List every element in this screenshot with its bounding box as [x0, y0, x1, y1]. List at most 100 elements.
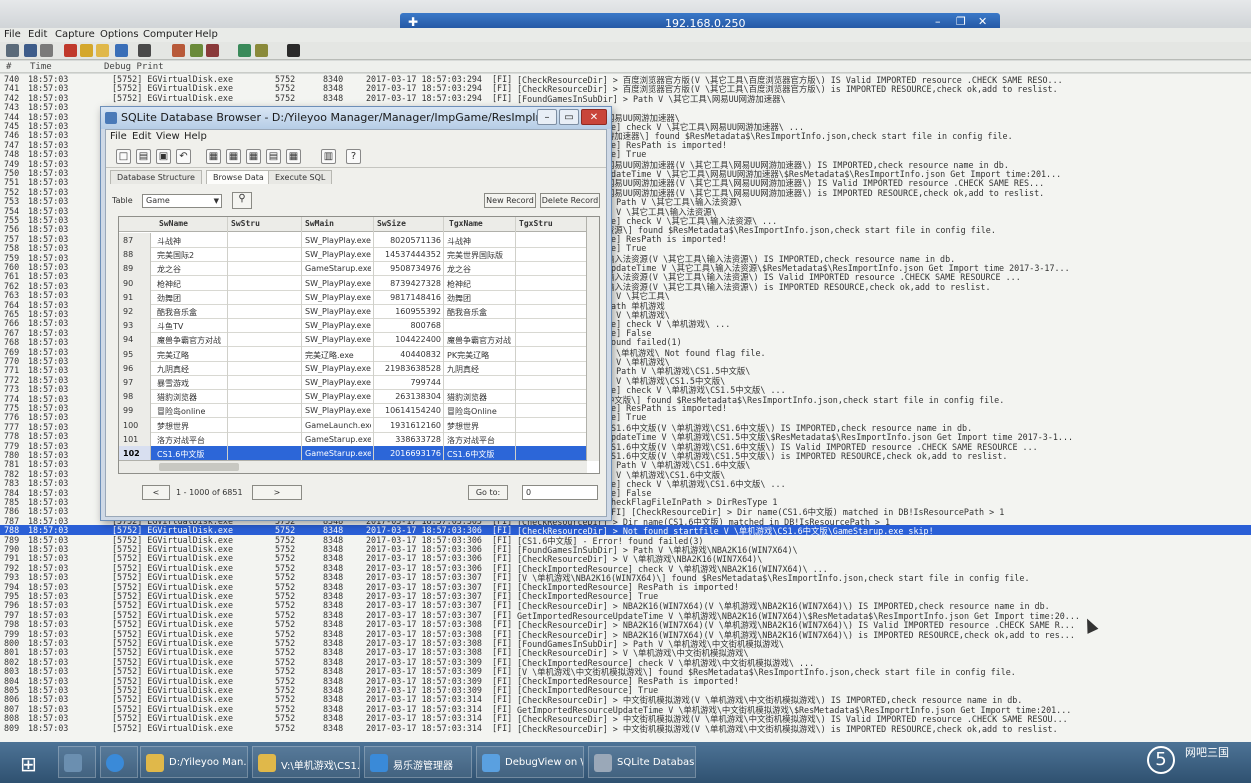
taskbar-item[interactable]: DebugView on \...	[476, 746, 584, 778]
minimize-remote-icon[interactable]: –	[935, 15, 941, 28]
binoculars-icon[interactable]	[287, 44, 300, 57]
col-swsize[interactable]: SwSize	[377, 219, 406, 228]
new-db-icon[interactable]: □	[116, 149, 131, 164]
clear-icon[interactable]	[40, 44, 53, 57]
taskbar-item[interactable]: D:/Yileyoo Man...	[140, 746, 248, 778]
restore-remote-icon[interactable]: ❐	[956, 15, 966, 28]
open-icon[interactable]	[6, 44, 19, 57]
goto-button[interactable]: Go to:	[468, 485, 508, 500]
col-swstru[interactable]: SwStru	[231, 219, 260, 228]
cell-swsize: 799744	[410, 378, 441, 387]
taskbar-ie-pin[interactable]	[100, 746, 138, 778]
sqlite-menu-view[interactable]: View	[156, 131, 180, 142]
cell-swmain: GameLaunch.exe	[305, 420, 371, 430]
sqlite-menu-file[interactable]: File	[110, 131, 127, 142]
close-button[interactable]: ✕	[581, 109, 607, 125]
create-index-icon[interactable]: ▤	[266, 149, 281, 164]
grid-row-selected[interactable]: 102 CS1.6中文版 GameStarup.exe 2016693176 CS1.6…	[119, 446, 587, 461]
taskbar-item[interactable]: SQLite Databas...	[588, 746, 696, 778]
close-remote-icon[interactable]: ✕	[978, 15, 987, 28]
grid-row[interactable]: 96 九阴真经 SW_PlayPlay.exe 21983638528 九阴真经	[119, 360, 587, 376]
connect-icon[interactable]	[238, 44, 251, 57]
prev-page-button[interactable]: <	[142, 485, 170, 500]
cell-tgxname: 九阴真经	[447, 364, 479, 374]
delete-record-button[interactable]: Delete Record	[540, 193, 600, 208]
grid-row[interactable]: 99 冒险岛online SW_PlayPlay.exe 10614154240 冒险岛…	[119, 403, 587, 419]
col-time[interactable]: Time	[30, 62, 52, 72]
capture-icon[interactable]	[64, 44, 77, 57]
sqlite-menu-help[interactable]: Help	[184, 131, 207, 142]
clock-icon[interactable]	[206, 44, 219, 57]
grid-row[interactable]: 91 劲舞团 SW_PlayPlay.exe 9817148416 劲舞团	[119, 289, 587, 305]
scroll-icon[interactable]	[115, 44, 128, 57]
create-table-icon[interactable]: ▦	[206, 149, 221, 164]
grid-row[interactable]: 97 暴雪游戏 SW_PlayPlay.exe 799744	[119, 375, 587, 390]
delete-table-icon[interactable]: ▦	[226, 149, 241, 164]
open-db-icon[interactable]: ▤	[136, 149, 151, 164]
grid-row-index: 90	[119, 275, 151, 291]
grid-row[interactable]: 98 猎豹浏览器 SW_PlayPlay.exe 263138304 猎豹浏览器	[119, 389, 587, 405]
menu-capture[interactable]: Capture	[55, 29, 95, 40]
table-select[interactable]: Game ▼	[142, 194, 222, 208]
tab-execute-sql[interactable]: Execute SQL	[268, 170, 333, 184]
cell-swname: 斗战神	[157, 237, 181, 246]
grid-horizontal-scrollbar[interactable]	[119, 460, 587, 473]
highlight-icon[interactable]	[172, 44, 185, 57]
col-print[interactable]: Debug Print	[104, 62, 164, 72]
save-icon[interactable]	[24, 44, 37, 57]
sqlite-titlebar[interactable]: SQLite Database Browser - D:/Yileyoo Man…	[101, 107, 611, 129]
maximize-button[interactable]: ▭	[559, 109, 579, 125]
minimize-button[interactable]: –	[537, 109, 557, 125]
col-tgxname[interactable]: TgxName	[449, 219, 483, 228]
grid-row[interactable]: 100 梦想世界 GameLaunch.exe 1931612160 梦想世界	[119, 417, 587, 433]
next-page-button[interactable]: >	[252, 485, 302, 500]
sqlite-menu-edit[interactable]: Edit	[132, 131, 151, 142]
taskbar-item[interactable]: V:\单机游戏\CS1...	[252, 746, 360, 778]
tab-database-structure[interactable]: Database Structure	[110, 170, 202, 184]
col-num[interactable]: #	[6, 62, 11, 72]
grid-row[interactable]: 90 枪神纪 SW_PlayPlay.exe 8739427328 枪神纪	[119, 275, 587, 291]
filter-icon[interactable]	[138, 44, 151, 57]
menu-file[interactable]: File	[4, 29, 21, 40]
save-db-icon[interactable]: ▣	[156, 149, 171, 164]
grid-row[interactable]: 93 斗鱼TV SW_PlayPlay.exe 800768	[119, 318, 587, 334]
new-record-button[interactable]: New Record	[484, 193, 536, 208]
grid-row[interactable]: 95 完美辽略 完美辽略.exe 40440832 PK完美辽略	[119, 346, 587, 362]
disconnect-icon[interactable]	[255, 44, 268, 57]
history-icon[interactable]	[190, 44, 203, 57]
goto-input[interactable]: 0	[522, 485, 598, 500]
find-icon[interactable]	[96, 44, 109, 57]
taskbar-explorer-pin[interactable]	[58, 746, 96, 778]
find-record-button[interactable]: ⚲	[232, 192, 252, 209]
taskbar-item[interactable]: 易乐游管理器	[364, 746, 472, 778]
data-grid[interactable]: SwName SwStru SwMain SwSize TgxName TgxS…	[118, 216, 600, 474]
log-row[interactable]: 809 18:57:03 [5752] EGVirtualDisk.exe 5752 8…	[0, 723, 1251, 734]
grid-row[interactable]: 87 斗战神 SW_PlayPlay.exe 8020571136 斗战神	[119, 233, 587, 248]
menu-options[interactable]: Options	[100, 29, 139, 40]
delete-index-icon[interactable]: ▦	[286, 149, 301, 164]
whats-this-icon[interactable]: ?	[346, 149, 361, 164]
col-swname[interactable]: SwName	[159, 219, 188, 228]
menu-help[interactable]: Help	[195, 29, 218, 40]
settings-icon[interactable]	[80, 44, 93, 57]
cell-swsize: 104422400	[395, 335, 441, 345]
grid-row[interactable]: 94 魔兽争霸官方对战 SW_PlayPlay.exe 104422400 魔兽争霸官方…	[119, 332, 587, 348]
col-tgxstru[interactable]: TgxStru	[519, 219, 553, 228]
grid-row[interactable]: 92 酷我音乐盒 SW_PlayPlay.exe 160955392 酷我音乐盒	[119, 304, 587, 319]
menu-edit[interactable]: Edit	[28, 29, 47, 40]
grid-vertical-scrollbar[interactable]	[586, 217, 599, 461]
modify-table-icon[interactable]: ▦	[246, 149, 261, 164]
cell-swname: 劲舞团	[157, 293, 181, 303]
grid-row[interactable]: 101 洛方对战平台 GameStarup.exe 338633728 洛方对战平台	[119, 431, 587, 447]
tab-browse-data[interactable]: Browse Data	[206, 170, 271, 184]
col-swmain[interactable]: SwMain	[305, 219, 334, 228]
windows-start-icon[interactable]: ⊞	[20, 752, 37, 776]
grid-row-index: 97	[119, 375, 151, 390]
preferences-icon[interactable]: ▥	[321, 149, 336, 164]
pin-icon[interactable]: ✚	[408, 15, 418, 29]
undo-icon[interactable]: ↶	[176, 149, 191, 164]
grid-row[interactable]: 89 龙之谷 GameStarup.exe 9508734976 龙之谷	[119, 261, 587, 277]
menu-computer[interactable]: Computer	[143, 29, 193, 40]
grid-row[interactable]: 88 完美国际2 SW_PlayPlay.exe 14537444352 完美世界国际版	[119, 247, 587, 263]
cell-swsize: 2016693176	[390, 449, 441, 458]
